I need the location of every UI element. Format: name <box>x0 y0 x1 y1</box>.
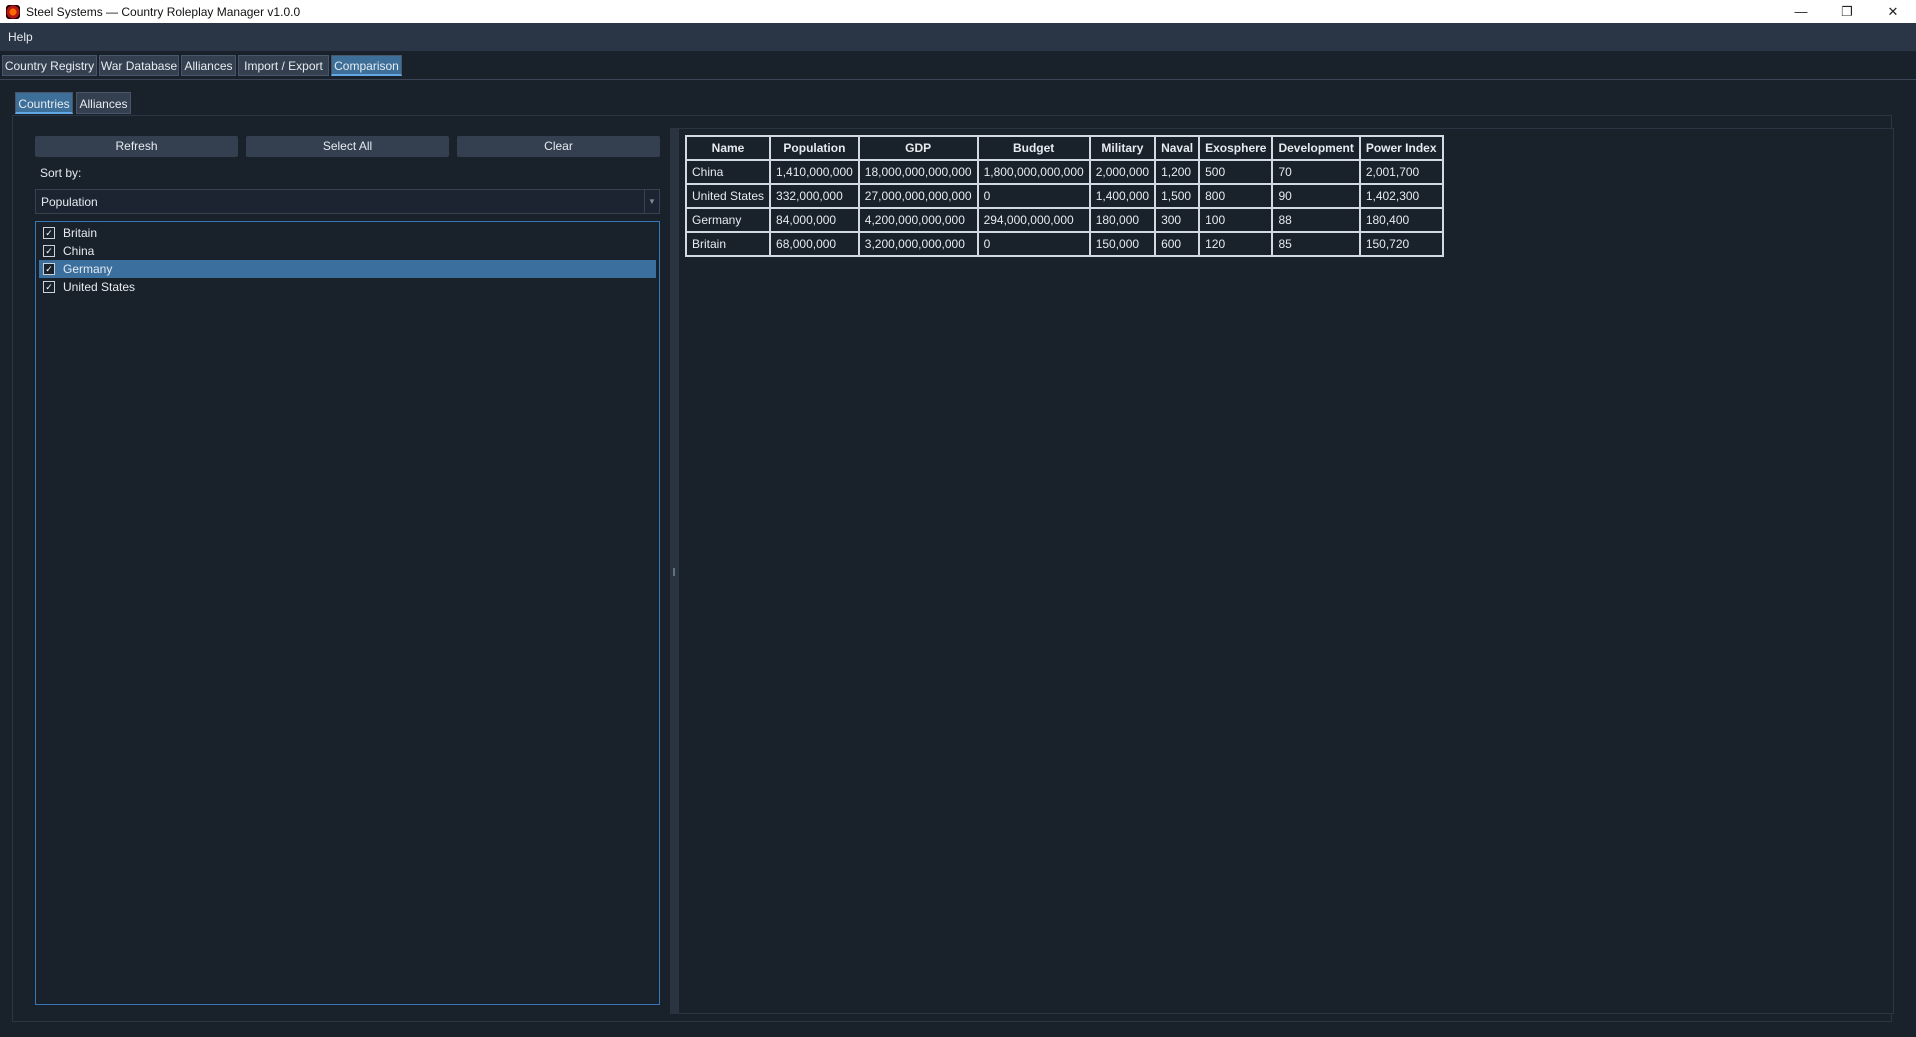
table-cell: 1,410,000,000 <box>769 159 860 185</box>
table-cell: 90 <box>1271 183 1361 209</box>
checkbox[interactable]: ✓ <box>43 263 55 275</box>
table-cell: 150,720 <box>1358 231 1444 257</box>
table-cell: 3,200,000,000,000 <box>857 231 979 257</box>
table-cell: 1,400,000 <box>1088 183 1157 209</box>
grip-icon <box>673 568 675 576</box>
main-tab-bar: Country Registry War Database Alliances … <box>0 51 1916 80</box>
menu-help[interactable]: Help <box>0 30 41 44</box>
country-list[interactable]: ✓ Britain ✓ China ✓ Germany ✓ United Sta… <box>35 221 660 1005</box>
table-cell: China <box>684 159 772 185</box>
list-item-label: Britain <box>63 226 98 240</box>
column-header-naval[interactable]: Naval <box>1154 135 1201 161</box>
sort-select-value: Population <box>41 195 98 209</box>
column-header-gdp[interactable]: GDP <box>857 135 979 161</box>
chevron-down-icon[interactable]: ▼ <box>644 190 659 213</box>
table-cell: 68,000,000 <box>769 231 860 257</box>
table-cell: 2,001,700 <box>1358 159 1444 185</box>
table-cell: 84,000,000 <box>769 207 860 233</box>
window-title: Steel Systems — Country Roleplay Manager… <box>26 4 301 19</box>
table-cell: 70 <box>1271 159 1361 185</box>
table-cell: 18,000,000,000,000 <box>857 159 979 185</box>
table-cell: United States <box>684 183 772 209</box>
list-item[interactable]: ✓ China <box>39 242 656 260</box>
column-header-exosphere[interactable]: Exosphere <box>1198 135 1274 161</box>
close-button[interactable]: ✕ <box>1870 0 1916 23</box>
sort-label: Sort by: <box>40 166 82 180</box>
table-row[interactable]: United States 332,000,000 27,000,000,000… <box>684 183 1444 209</box>
table-cell: 85 <box>1271 231 1361 257</box>
sort-select[interactable]: Population ▼ <box>35 189 660 214</box>
list-item-label: Germany <box>63 262 113 276</box>
tab-import-export[interactable]: Import / Export <box>238 55 329 76</box>
subtab-alliances[interactable]: Alliances <box>76 92 131 114</box>
table-cell: 1,500 <box>1154 183 1201 209</box>
list-item[interactable]: ✓ Germany <box>39 260 656 278</box>
table-cell: 88 <box>1271 207 1361 233</box>
table-cell: 0 <box>976 183 1091 209</box>
list-item[interactable]: ✓ United States <box>39 278 656 296</box>
column-header-budget[interactable]: Budget <box>976 135 1091 161</box>
column-header-development[interactable]: Development <box>1271 135 1361 161</box>
table-cell: 4,200,000,000,000 <box>857 207 979 233</box>
table-row[interactable]: Germany 84,000,000 4,200,000,000,000 294… <box>684 207 1444 233</box>
table-cell: 120 <box>1198 231 1274 257</box>
table-cell: 332,000,000 <box>769 183 860 209</box>
window-controls: — ❐ ✕ <box>1778 0 1916 23</box>
subtab-countries[interactable]: Countries <box>15 92 73 114</box>
column-header-military[interactable]: Military <box>1088 135 1157 161</box>
tab-alliances[interactable]: Alliances <box>181 55 236 76</box>
list-item-label: United States <box>63 280 136 294</box>
column-header-power-index[interactable]: Power Index <box>1358 135 1444 161</box>
column-header-name[interactable]: Name <box>684 135 772 161</box>
checkbox[interactable]: ✓ <box>43 227 55 239</box>
table-cell: 180,000 <box>1088 207 1157 233</box>
column-header-population[interactable]: Population <box>769 135 860 161</box>
title-bar: Steel Systems — Country Roleplay Manager… <box>0 0 1916 23</box>
tab-comparison[interactable]: Comparison <box>331 55 402 76</box>
tab-war-database[interactable]: War Database <box>99 55 179 76</box>
table-cell: 180,400 <box>1358 207 1444 233</box>
table-header-row: Name Population GDP Budget Military Nava… <box>684 135 1444 161</box>
table-cell: 2,000,000 <box>1088 159 1157 185</box>
list-item-label: China <box>63 244 95 258</box>
comparison-panel <box>678 128 1894 1014</box>
table-cell: 800 <box>1198 183 1274 209</box>
table-row[interactable]: China 1,410,000,000 18,000,000,000,000 1… <box>684 159 1444 185</box>
splitter-handle[interactable] <box>670 128 678 1014</box>
table-cell: 500 <box>1198 159 1274 185</box>
maximize-button[interactable]: ❐ <box>1824 0 1870 23</box>
table-cell: 600 <box>1154 231 1201 257</box>
table-cell: 1,800,000,000,000 <box>976 159 1091 185</box>
tab-country-registry[interactable]: Country Registry <box>2 55 97 76</box>
checkbox[interactable]: ✓ <box>43 245 55 257</box>
table-cell: 150,000 <box>1088 231 1157 257</box>
minimize-button[interactable]: — <box>1778 0 1824 23</box>
refresh-button[interactable]: Refresh <box>35 136 238 157</box>
app-logo-icon <box>6 4 20 19</box>
table-row[interactable]: Britain 68,000,000 3,200,000,000,000 0 1… <box>684 231 1444 257</box>
table-cell: 27,000,000,000,000 <box>857 183 979 209</box>
table-cell: Germany <box>684 207 772 233</box>
table-cell: 300 <box>1154 207 1201 233</box>
table-cell: 100 <box>1198 207 1274 233</box>
select-all-button[interactable]: Select All <box>246 136 449 157</box>
checkbox[interactable]: ✓ <box>43 281 55 293</box>
table-cell: 1,402,300 <box>1358 183 1444 209</box>
table-cell: Britain <box>684 231 772 257</box>
table-cell: 1,200 <box>1154 159 1201 185</box>
menu-bar: Help <box>0 23 1916 51</box>
list-item[interactable]: ✓ Britain <box>39 224 656 242</box>
table-cell: 294,000,000,000 <box>976 207 1091 233</box>
comparison-table: Name Population GDP Budget Military Nava… <box>684 135 1444 257</box>
table-cell: 0 <box>976 231 1091 257</box>
clear-button[interactable]: Clear <box>457 136 660 157</box>
